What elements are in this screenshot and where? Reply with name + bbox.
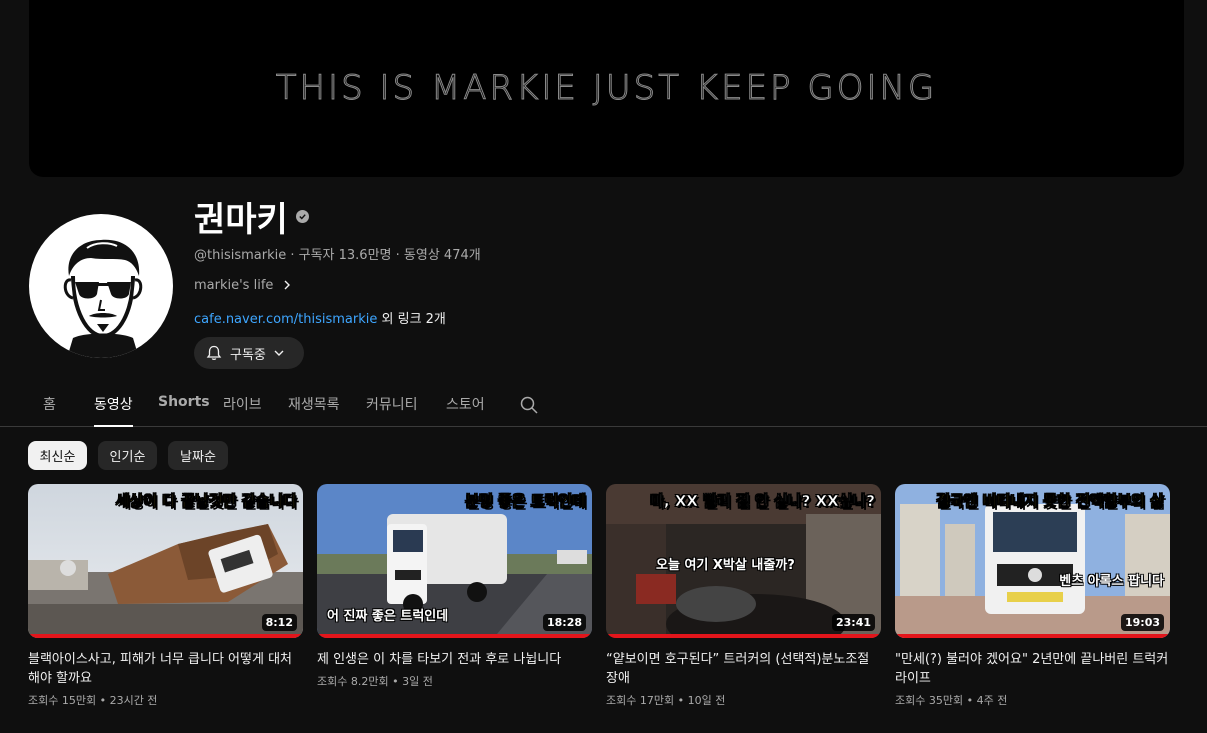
chip-latest[interactable]: 최신순 [28,441,87,470]
subscribed-label: 구독중 [230,347,266,363]
description-text: markie's life [194,277,274,293]
channel-handle: @thisismarkie [194,248,287,263]
tab-live[interactable]: 라이브 [223,394,262,427]
verified-icon [295,209,309,223]
video-meta: 조회수 15만회 • 23시간 전 [28,694,158,707]
view-count: 조회수 8.2만회 [317,675,389,688]
channel-links: cafe.naver.com/thisismarkie 외 링크 2개 [194,308,481,327]
thumbnail-subcaption: 어 진짜 좋은 트럭인데 [327,609,449,624]
more-links[interactable]: 외 링크 2개 [382,312,446,327]
thumbnail-subcaption: 벤츠 아록스 팝니다 [1059,574,1164,589]
channel-description[interactable]: markie's life [194,276,481,294]
upload-age: 10일 전 [687,694,726,707]
watch-progress [28,634,303,638]
watch-progress [606,634,881,638]
thumbnail-caption: 세상이 다 끝날것만 같습니다 [115,492,297,511]
video-card[interactable]: 결국엔 버티내지 못한 전액할부의 삶 벤츠 아록스 팝니다 19:03 "만세… [895,484,1170,708]
chevron-right-icon [284,280,291,290]
video-duration: 23:41 [831,614,875,631]
view-count: 조회수 35만회 [895,694,964,707]
channel-meta: @thisismarkie · 구독자 13.6만명 · 동영상 474개 [194,248,481,263]
channel-info: 권마키 @thisismarkie · 구독자 13.6만명 · 동영상 474… [194,194,481,328]
watch-progress [895,634,1170,638]
tab-community[interactable]: 커뮤니티 [366,394,418,427]
video-meta: 조회수 8.2만회 • 3일 전 [317,675,433,688]
subscribed-button[interactable]: 구독중 [194,337,304,369]
video-title[interactable]: “얕보이면 호구된다” 트러커의 (선택적)분노조절장애 [606,650,881,688]
video-title[interactable]: 블랙아이스사고, 피해가 너무 큽니다 어떻게 대처해야 할까요 [28,650,303,688]
thumbnail-caption: 결국엔 버티내지 못한 전액할부의 삶 [936,492,1164,511]
subscriber-count: 구독자 13.6만명 [298,248,392,263]
channel-name: 권마키 [194,199,288,240]
bell-icon [206,345,222,360]
upload-age: 4주 전 [976,694,1008,707]
tab-shorts[interactable]: Shorts [158,394,210,427]
video-title[interactable]: "만세(?) 불러야 겠어요" 2년만에 끝나버린 트럭커 라이프 [895,650,1170,688]
channel-tabs: 홈 동영상 Shorts 라이브 재생목록 커뮤니티 스토어 [0,382,1207,427]
chevron-down-icon [274,350,284,356]
banner-text: THIS IS MARKIE JUST KEEP GOING [275,67,938,108]
channel-avatar[interactable] [29,214,173,358]
video-card[interactable]: 마, XX 빨리 짐 안 싣나? XX싶나? 오늘 여기 X박살 내줄까? 23… [606,484,881,708]
watch-progress [317,634,592,638]
video-meta: 조회수 35만회 • 4주 전 [895,694,1008,707]
video-duration: 8:12 [261,614,297,631]
tab-videos[interactable]: 동영상 [94,394,133,427]
channel-link[interactable]: cafe.naver.com/thisismarkie [194,312,377,327]
upload-age: 23시간 전 [109,694,158,707]
video-count: 동영상 474개 [403,248,481,263]
tab-store[interactable]: 스토어 [446,394,485,427]
video-duration: 18:28 [542,614,586,631]
video-thumbnail[interactable]: 세상이 다 끝날것만 같습니다 8:12 [28,484,303,638]
chip-oldest[interactable]: 날짜순 [168,441,228,470]
video-meta: 조회수 17만회 • 10일 전 [606,694,726,707]
view-count: 조회수 17만회 [606,694,675,707]
thumbnail-caption: 마, XX 빨리 짐 안 싣나? XX싶나? [650,492,876,511]
thumbnail-subcaption: 오늘 여기 X박살 내줄까? [656,558,795,573]
video-card[interactable]: 분명 좋은 트럭인데 어 진짜 좋은 트럭인데 18:28 제 인생은 이 차를… [317,484,592,689]
video-thumbnail[interactable]: 마, XX 빨리 짐 안 싣나? XX싶나? 오늘 여기 X박살 내줄까? 23… [606,484,881,638]
video-card[interactable]: 세상이 다 끝날것만 같습니다 8:12 블랙아이스사고, 피해가 너무 큽니다… [28,484,303,708]
chip-popular[interactable]: 인기순 [98,441,157,470]
video-thumbnail[interactable]: 결국엔 버티내지 못한 전액할부의 삶 벤츠 아록스 팝니다 19:03 [895,484,1170,638]
thumbnail-caption: 분명 좋은 트럭인데 [465,492,586,511]
video-title[interactable]: 제 인생은 이 차를 타보기 전과 후로 나뉩니다 [317,650,592,669]
view-count: 조회수 15만회 [28,694,97,707]
video-thumbnail[interactable]: 분명 좋은 트럭인데 어 진짜 좋은 트럭인데 18:28 [317,484,592,638]
tab-home[interactable]: 홈 [43,394,56,427]
upload-age: 3일 전 [402,675,433,688]
channel-banner: THIS IS MARKIE JUST KEEP GOING [29,0,1184,177]
search-icon[interactable] [519,395,539,415]
tab-playlists[interactable]: 재생목록 [288,394,340,427]
video-duration: 19:03 [1120,614,1164,631]
